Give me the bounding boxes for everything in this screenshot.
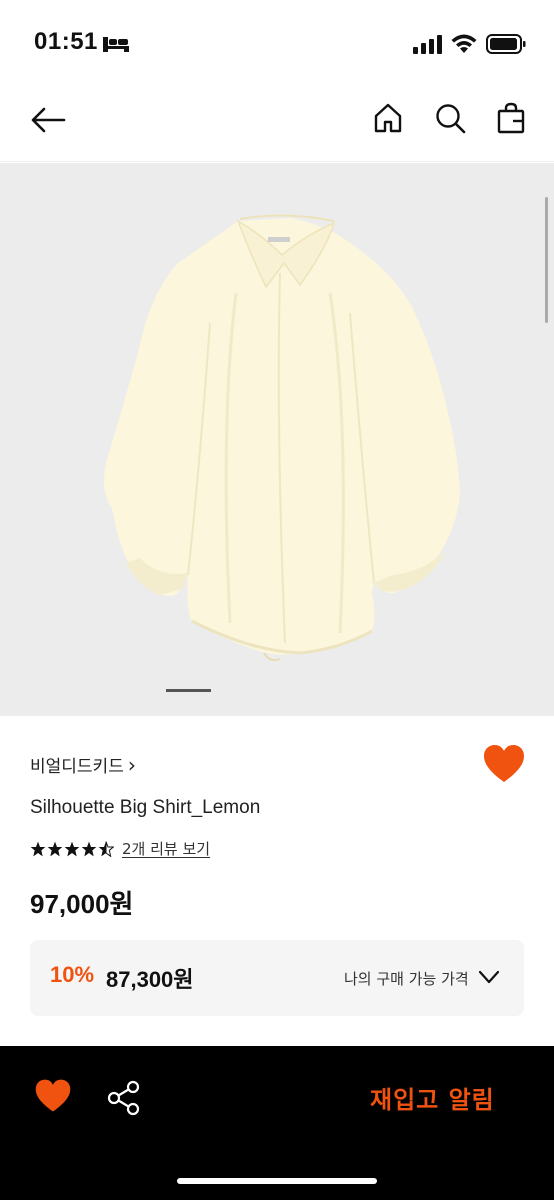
home-icon <box>374 103 402 133</box>
back-arrow-icon <box>31 107 66 133</box>
star-full-icon <box>47 841 63 856</box>
wishlist-button[interactable] <box>482 744 526 784</box>
cellular-signal-icon <box>413 35 442 54</box>
product-image[interactable] <box>0 163 554 716</box>
rating-row: 2개 리뷰 보기 <box>30 838 210 859</box>
star-full-icon <box>64 841 80 856</box>
sleep-icon <box>103 37 129 52</box>
product-price: 97,000원 <box>30 889 134 919</box>
shopping-bag-button[interactable] <box>491 98 531 138</box>
top-navigation-bar <box>0 88 554 162</box>
review-link[interactable]: 2개 리뷰 보기 <box>122 838 210 859</box>
star-full-icon <box>81 841 97 856</box>
home-indicator <box>177 1178 377 1184</box>
scroll-indicator <box>545 197 548 323</box>
heart-filled-icon <box>35 1079 71 1112</box>
my-price-label: 나의 구매 가능 가격 <box>344 970 469 988</box>
brand-link[interactable]: 비얼디드키드 › <box>30 752 136 778</box>
chevron-right-icon: › <box>127 752 136 777</box>
share-button[interactable] <box>106 1080 142 1116</box>
heart-filled-icon <box>484 745 524 782</box>
star-half-icon <box>98 840 114 857</box>
rating-stars <box>30 840 114 857</box>
share-icon <box>107 1080 140 1116</box>
carousel-page-indicator <box>166 689 211 692</box>
battery-icon <box>486 34 526 54</box>
discount-rate: 10% <box>50 962 95 987</box>
status-bar: 01:51 <box>0 0 554 88</box>
wifi-icon <box>451 34 477 53</box>
star-full-icon <box>30 841 46 856</box>
shopping-bag-icon <box>497 102 525 134</box>
chevron-down-icon <box>478 970 500 984</box>
bottom-action-bar: 재입고 알림 <box>0 1046 554 1200</box>
status-time: 01:51 <box>34 28 98 55</box>
home-button[interactable] <box>368 98 408 138</box>
bottom-wishlist-button[interactable] <box>34 1078 72 1114</box>
brand-name: 비얼디드키드 <box>30 757 124 777</box>
restock-alert-button[interactable]: 재입고 알림 <box>370 1080 495 1115</box>
my-price-box[interactable]: 10% 87,300원 나의 구매 가능 가격 <box>30 940 524 1016</box>
search-button[interactable] <box>430 98 470 138</box>
back-button[interactable] <box>26 100 70 140</box>
discount-price: 87,300원 <box>106 967 194 992</box>
shirt-photo <box>104 214 460 662</box>
search-icon <box>436 104 466 134</box>
product-title: Silhouette Big Shirt_Lemon <box>30 797 261 818</box>
